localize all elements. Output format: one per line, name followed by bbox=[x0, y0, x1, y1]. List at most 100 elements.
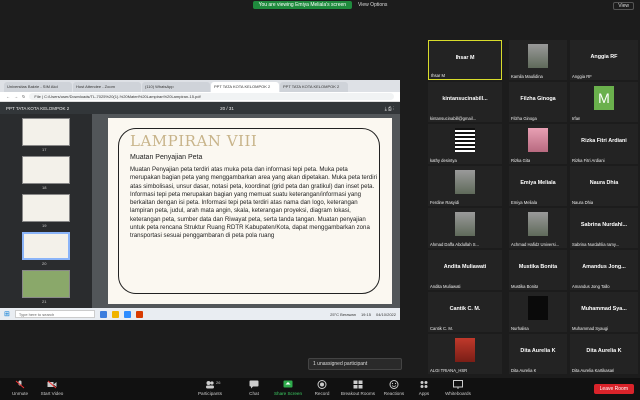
participant-name: Dita Aurelia K bbox=[586, 348, 622, 354]
participant-label: kathy desintya bbox=[430, 158, 457, 163]
participant-name: Filzha Ginoga bbox=[520, 96, 556, 102]
participant-label: Mustika Bonita bbox=[511, 284, 539, 289]
participant-count: 26 bbox=[216, 380, 221, 385]
participant-label: Achmad Hafidz Universi... bbox=[511, 242, 560, 247]
participant-label: Dita Aurelia Kartikasari bbox=[572, 368, 615, 373]
participant-tile[interactable]: Ihsar M Ihsar M bbox=[428, 40, 502, 80]
participant-tile[interactable]: Cantik C. M. Cantik C. M. bbox=[428, 292, 502, 332]
participant-tile[interactable]: kathy desintya bbox=[428, 124, 502, 164]
page-thumbnail[interactable] bbox=[22, 270, 70, 298]
participant-label: Naura Dhia bbox=[572, 200, 594, 205]
browser-tab-active[interactable]: PPT TATA KOTA KELOMPOK 2 bbox=[211, 82, 279, 92]
participant-tile[interactable]: Filzha Ginoga Filzha Ginoga bbox=[509, 82, 567, 122]
browser-tab[interactable]: (110) WhatsApp bbox=[142, 82, 210, 92]
participant-tile[interactable]: Naura Dhia Naura Dhia bbox=[570, 166, 638, 206]
reload-icon[interactable]: ↻ bbox=[22, 94, 25, 99]
share-screen-icon bbox=[283, 380, 293, 388]
thumbnail-number: 17 bbox=[42, 147, 47, 152]
participant-label: Andita Muliawati bbox=[430, 284, 461, 289]
pdf-page: LAMPIRAN VIII Muatan Penyajian Peta Muat… bbox=[108, 118, 392, 304]
thumbnail-number: 20 bbox=[42, 261, 47, 266]
page-thumbnail[interactable] bbox=[22, 118, 70, 146]
breakout-rooms-button[interactable]: Breakout Rooms bbox=[338, 380, 378, 396]
participant-label: Muhammad Syaugi bbox=[572, 326, 609, 331]
participant-label: Ihsar M bbox=[431, 73, 445, 78]
participant-tile[interactable]: Emiya Meliala Emiya Meliala bbox=[509, 166, 567, 206]
participant-name: Emiya Meliala bbox=[520, 180, 556, 186]
url-field[interactable]: File | C:/Users/user/Downloads/TL-7025%2… bbox=[29, 93, 394, 100]
participant-name: Ihsar M bbox=[455, 55, 475, 61]
browser-tab[interactable]: PPT TATA KOTA KELOMPOK 2 bbox=[280, 82, 348, 92]
participant-avatar bbox=[528, 212, 548, 236]
participant-tile[interactable]: Anggia RF Anggia RF bbox=[570, 40, 638, 80]
participant-label: Dita Aurelia K bbox=[511, 368, 537, 373]
start-video-button[interactable]: Start Video bbox=[32, 380, 72, 396]
participants-button[interactable]: Participants bbox=[190, 380, 230, 396]
participant-tile[interactable]: Amandus Jong... Amandus Jong Tallo bbox=[570, 250, 638, 290]
participant-name: Rizka Fitri Ardiani bbox=[581, 138, 627, 144]
participant-tile[interactable]: Achmad Hafidz Universi... bbox=[509, 208, 567, 248]
participant-label: Emiya Meliala bbox=[511, 200, 538, 205]
address-bar: ← → ↻ File | C:/Users/user/Downloads/TL-… bbox=[0, 92, 400, 102]
participant-tile[interactable]: Rizka Gita bbox=[509, 124, 567, 164]
participant-tile[interactable]: Muhammad Sya... Muhammad Syaugi bbox=[570, 292, 638, 332]
participant-name: Muhammad Sya... bbox=[581, 306, 627, 312]
page-thumbnail[interactable] bbox=[22, 194, 70, 222]
pdf-toolbar: PPT TATA KOTA KELOMPOK 2 20 / 31 ⤓ ⎙ ⋮ bbox=[0, 102, 400, 114]
apps-icon bbox=[420, 381, 428, 388]
participant-tile[interactable]: Mustika Bonita Mustika Bonita bbox=[509, 250, 567, 290]
thumbnail-number: 21 bbox=[42, 299, 47, 304]
participant-label: Sabrina Nurdahlia ramy... bbox=[572, 242, 620, 247]
participant-name: Naura Dhia bbox=[589, 180, 619, 186]
participant-tile[interactable]: Dita Aurelia K Dita Aurelia K bbox=[509, 334, 567, 374]
page-thumbnail[interactable] bbox=[22, 156, 70, 184]
thumbnail-panel: 17 18 19 20 21 bbox=[0, 114, 92, 308]
windows-start-icon[interactable]: ⊞ bbox=[4, 310, 10, 318]
unassigned-participant-banner[interactable]: 1 unassigned participant bbox=[308, 358, 402, 370]
pdf-title: PPT TATA KOTA KELOMPOK 2 bbox=[6, 105, 70, 111]
participant-name: kintansucinabill... bbox=[442, 96, 488, 102]
participant-tile[interactable]: M Irfan bbox=[570, 82, 638, 122]
taskbar-app-icon[interactable] bbox=[123, 310, 131, 318]
clock-date: 04/10/2022 bbox=[375, 311, 396, 317]
slide-subtitle: Muatan Penyajian Peta bbox=[130, 154, 203, 161]
participant-tile[interactable]: Ferdine Rasyidi bbox=[428, 166, 502, 206]
pdf-page-indicator[interactable]: 20 / 31 bbox=[220, 106, 234, 111]
leave-room-button[interactable]: Leave Room bbox=[593, 384, 634, 394]
pdf-download-icon[interactable]: ⤓ ⎙ ⋮ bbox=[385, 106, 394, 111]
participant-avatar bbox=[455, 128, 475, 152]
forward-icon[interactable]: → bbox=[14, 94, 18, 99]
participant-tile[interactable]: Ahmad Daffa Abdullah S... bbox=[428, 208, 502, 248]
record-button[interactable]: Record bbox=[302, 380, 342, 396]
chat-icon bbox=[249, 380, 259, 389]
participant-avatar bbox=[528, 296, 548, 320]
participant-tile[interactable]: Rizka Fitri Ardiani Rizka Fitri Ardiani bbox=[570, 124, 638, 164]
participant-tile[interactable]: Nurhalisa bbox=[509, 292, 567, 332]
participant-label: Ferdine Rasyidi bbox=[430, 200, 460, 205]
participant-name: Sabrina Nurdahl... bbox=[580, 222, 628, 228]
taskbar-app-icon[interactable] bbox=[135, 310, 143, 318]
participant-name: Andita Muliawati bbox=[443, 264, 487, 270]
participant-tile[interactable]: Sabrina Nurdahl... Sabrina Nurdahlia ramy… bbox=[570, 208, 638, 248]
participant-tile[interactable]: Dita Aurelia K Dita Aurelia Kartikasari bbox=[570, 334, 638, 374]
taskbar-search[interactable]: Type here to search bbox=[14, 310, 95, 318]
participant-tile[interactable]: Kamila Maulidina bbox=[509, 40, 567, 80]
participant-tile[interactable]: kintansucinabill... kintansucinabill@gmai… bbox=[428, 82, 502, 122]
participant-tile[interactable]: ALGI TRIANA_HSR bbox=[428, 334, 502, 374]
weather-widget[interactable]: 25°C Berawan bbox=[330, 312, 356, 317]
page-thumbnail-selected[interactable] bbox=[22, 232, 70, 260]
view-button[interactable]: View bbox=[613, 2, 634, 10]
clock-time: 19:15 bbox=[360, 311, 371, 317]
view-options-button[interactable]: View Options bbox=[358, 2, 387, 8]
participant-tile[interactable]: Andita Muliawati Andita Muliawati bbox=[428, 250, 502, 290]
taskbar-app-icon[interactable] bbox=[99, 310, 107, 318]
browser-tab-bar: Universitas Bakrie - SIM Akd Host Attend… bbox=[0, 80, 400, 92]
whiteboards-button[interactable]: Whiteboards bbox=[438, 380, 478, 396]
browser-tab[interactable]: Host Attendee - Zoom bbox=[73, 82, 141, 92]
microphone-muted-icon bbox=[15, 380, 25, 389]
taskbar-app-icon[interactable] bbox=[111, 310, 119, 318]
thumbnail-number: 19 bbox=[42, 223, 47, 228]
back-icon[interactable]: ← bbox=[6, 94, 10, 99]
browser-tab[interactable]: Universitas Bakrie - SIM Akd bbox=[4, 82, 72, 92]
whiteboard-icon bbox=[453, 380, 463, 389]
